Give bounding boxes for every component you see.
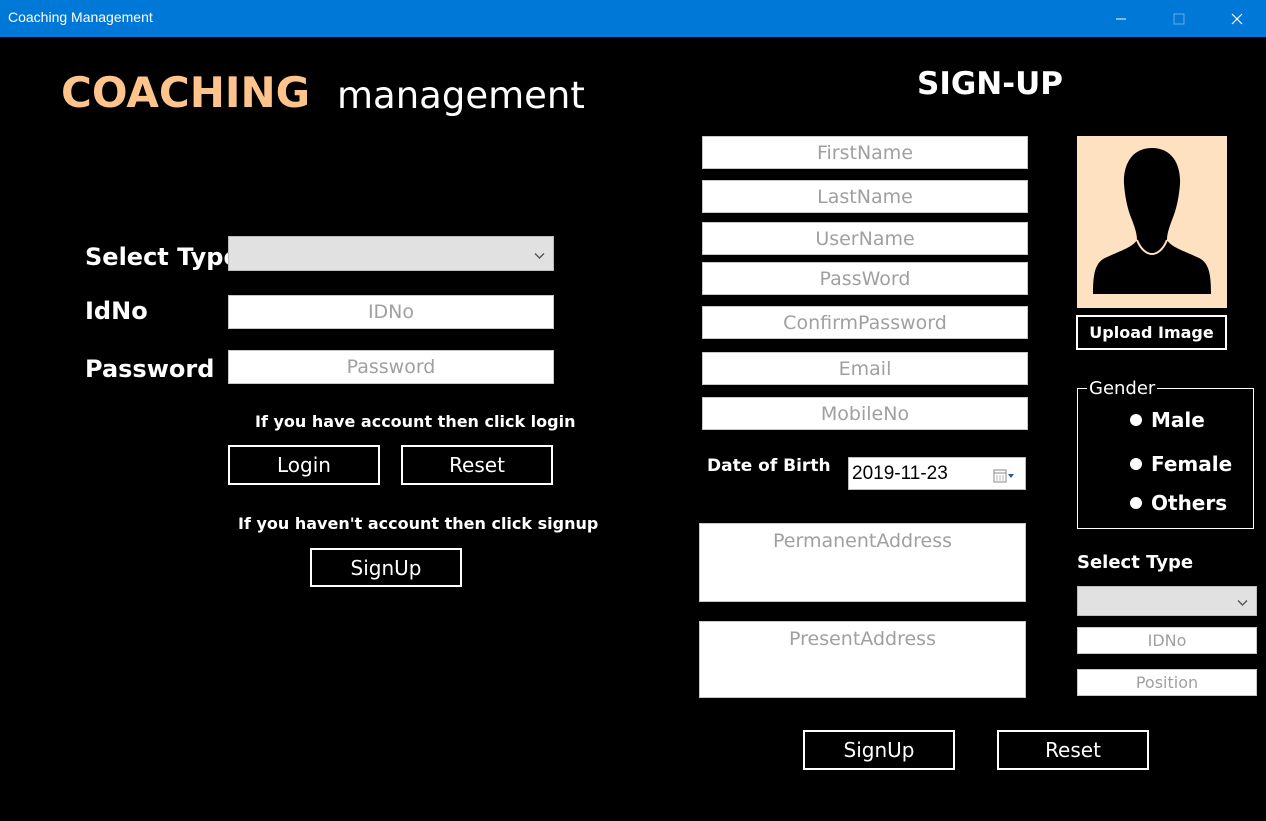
login-password-input[interactable] xyxy=(228,350,554,384)
signup-idno-input[interactable] xyxy=(1077,627,1257,654)
signup-reset-button[interactable]: Reset xyxy=(997,730,1149,770)
user-name-input[interactable] xyxy=(702,222,1028,255)
gender-male-label: Male xyxy=(1151,408,1205,432)
avatar xyxy=(1077,136,1227,308)
present-address-input[interactable] xyxy=(699,621,1026,698)
last-name-input[interactable] xyxy=(702,180,1028,213)
login-idno-input[interactable] xyxy=(228,295,554,329)
minimize-button[interactable] xyxy=(1092,0,1150,37)
window-titlebar: Coaching Management xyxy=(0,0,1266,37)
radio-dot-icon xyxy=(1130,414,1142,426)
signup-title: SIGN-UP xyxy=(917,66,1064,102)
mobile-input[interactable] xyxy=(702,397,1028,430)
close-button[interactable] xyxy=(1208,0,1266,37)
gender-legend: Gender xyxy=(1087,378,1158,399)
brand-title: COACHING xyxy=(61,68,311,117)
close-icon xyxy=(1231,13,1243,25)
login-hint: If you have account then click login xyxy=(255,412,576,431)
login-button[interactable]: Login xyxy=(228,445,380,485)
login-reset-button[interactable]: Reset xyxy=(401,445,553,485)
login-idno-label: IdNo xyxy=(85,297,148,325)
signup-select-type-label: Select Type xyxy=(1077,552,1194,573)
maximize-button[interactable] xyxy=(1150,0,1208,37)
gender-female-label: Female xyxy=(1151,452,1233,476)
email-input[interactable] xyxy=(702,352,1028,385)
dob-value: 2019-11-23 xyxy=(852,462,948,484)
user-silhouette-icon xyxy=(1077,148,1227,308)
login-select-type-label: Select Type xyxy=(85,243,240,271)
radio-dot-icon xyxy=(1130,458,1142,470)
login-select-type-dropdown[interactable] xyxy=(228,236,554,271)
gender-others-radio[interactable]: Others xyxy=(1130,491,1227,515)
gender-female-radio[interactable]: Female xyxy=(1130,452,1232,476)
first-name-input[interactable] xyxy=(702,136,1028,169)
maximize-icon xyxy=(1173,13,1185,25)
signup-hint: If you haven't account then click signup xyxy=(238,514,599,533)
gender-male-radio[interactable]: Male xyxy=(1130,408,1205,432)
dob-picker[interactable]: 2019-11-23 xyxy=(848,457,1026,490)
upload-image-button[interactable]: Upload Image xyxy=(1076,315,1227,350)
dob-label: Date of Birth xyxy=(707,456,831,476)
chevron-down-icon xyxy=(534,244,545,263)
window-title: Coaching Management xyxy=(8,9,153,25)
confirm-password-input[interactable] xyxy=(702,306,1028,339)
chevron-down-icon xyxy=(1237,592,1248,611)
minimize-icon xyxy=(1115,13,1127,25)
calendar-icon[interactable] xyxy=(993,467,1017,489)
login-password-label: Password xyxy=(85,355,215,383)
signup-password-input[interactable] xyxy=(702,262,1028,295)
signup-submit-button[interactable]: SignUp xyxy=(803,730,955,770)
position-input[interactable] xyxy=(1077,669,1257,696)
signup-select-type-dropdown[interactable] xyxy=(1077,586,1257,616)
gender-others-label: Others xyxy=(1151,491,1228,515)
open-signup-button[interactable]: SignUp xyxy=(310,548,462,587)
permanent-address-input[interactable] xyxy=(699,523,1026,602)
radio-dot-icon xyxy=(1130,497,1142,509)
brand-subtitle: management xyxy=(337,74,585,117)
